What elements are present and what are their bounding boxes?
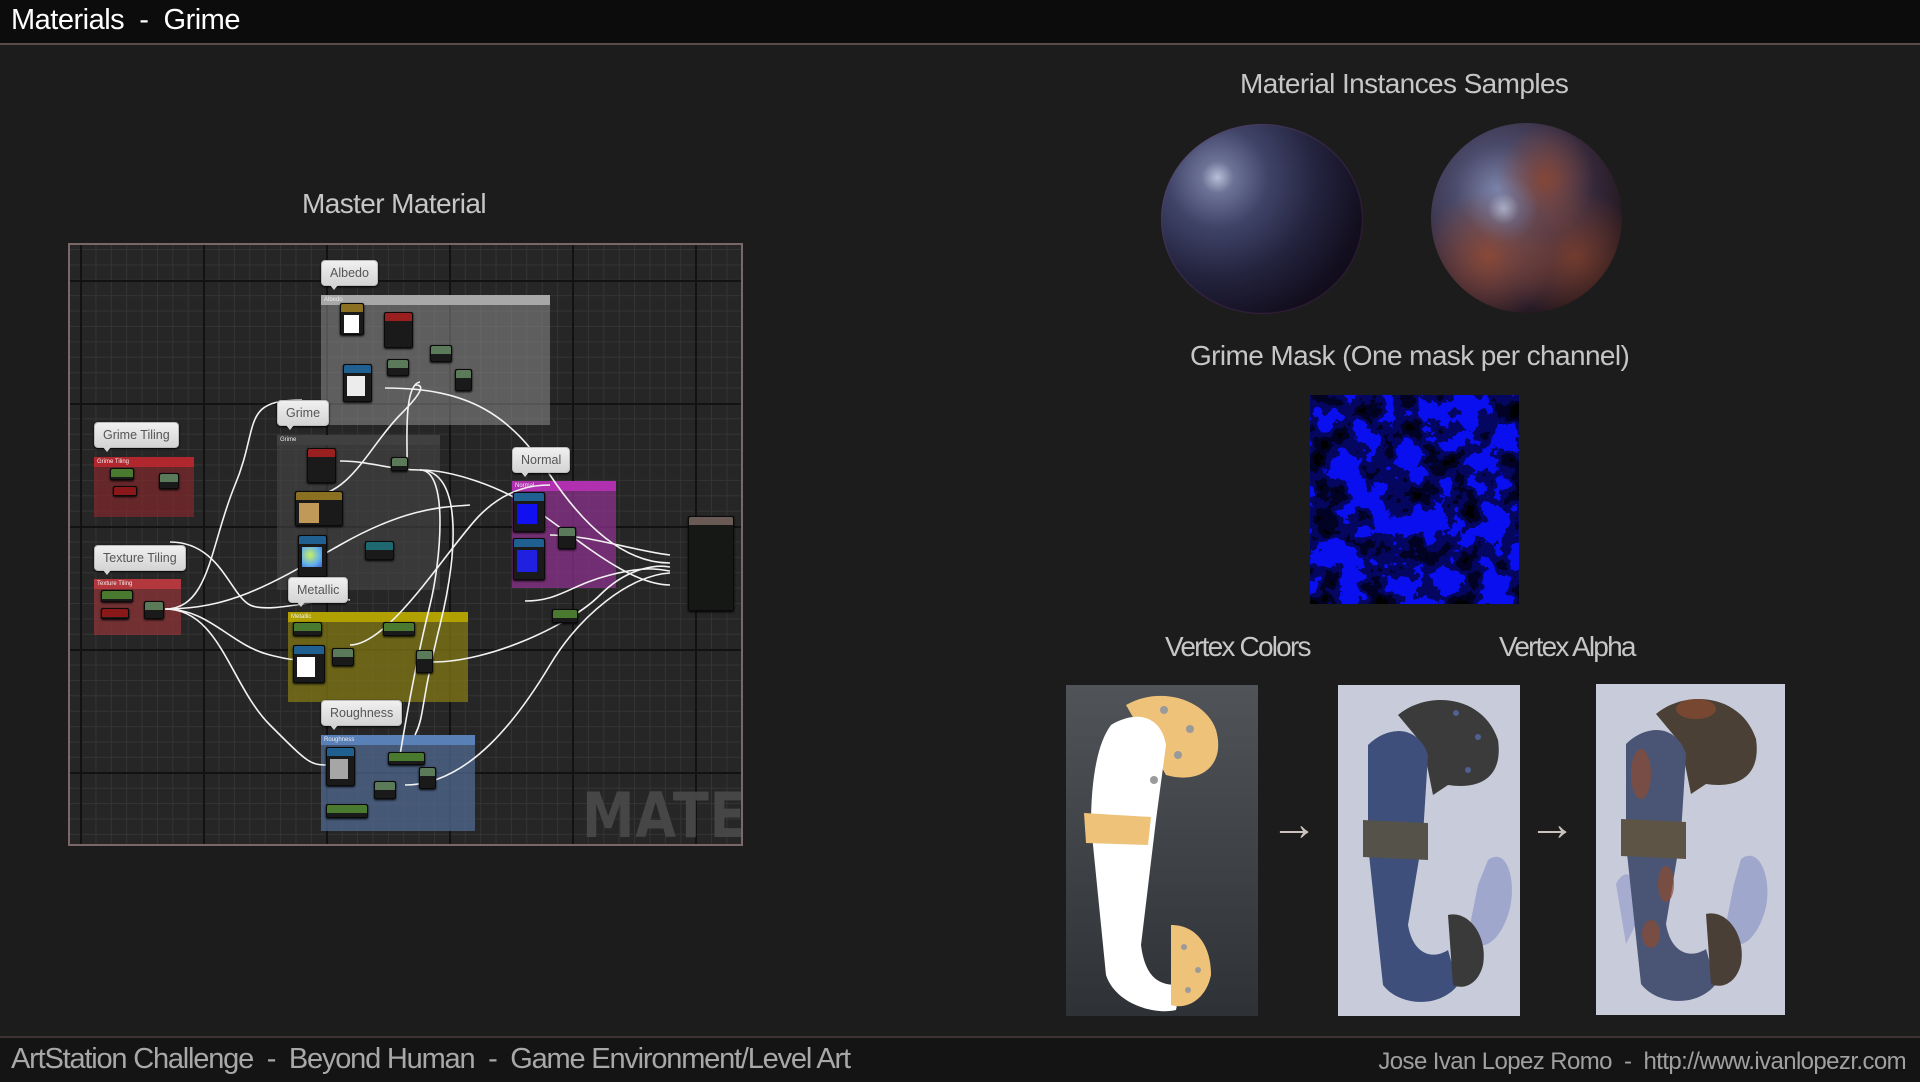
material-watermark: MATERIAL — [582, 779, 743, 846]
node-texture-tiling-multiply[interactable] — [144, 601, 164, 619]
footer-bar: ArtStation Challenge - Beyond Human - Ga… — [0, 1036, 1920, 1082]
node-normal-blend[interactable] — [558, 527, 576, 549]
node-albedo-multiply-2[interactable] — [430, 345, 452, 362]
grime-mask-pattern — [1310, 395, 1519, 604]
node-roughness-texture[interactable] — [326, 747, 355, 786]
node-albedo-multiply-1[interactable] — [387, 359, 409, 376]
node-metallic-grime-param[interactable] — [383, 622, 415, 636]
samples-title: Material Instances Samples — [1240, 68, 1569, 99]
vertex-alpha-title: Vertex Alpha — [1499, 631, 1636, 662]
node-grime-tiling-multiply[interactable] — [159, 473, 179, 489]
material-graph[interactable]: Albedo Grime Grime Tiling Texture Tiling… — [68, 243, 743, 846]
node-roughness-grime-param[interactable] — [388, 752, 425, 765]
node-normal-texture-2[interactable] — [513, 538, 545, 580]
node-metallic-texture[interactable] — [293, 645, 325, 683]
node-metallic-lerp[interactable] — [416, 650, 433, 673]
node-roughness-multiply[interactable] — [374, 781, 396, 799]
comment-normal[interactable]: Normal — [512, 447, 571, 477]
node-grime-tiling-coord[interactable] — [113, 486, 137, 496]
grime-mask-texture — [1310, 395, 1519, 604]
node-roughness-param[interactable] — [326, 804, 368, 818]
comment-texture-tiling[interactable]: Texture Tiling — [94, 545, 186, 575]
node-grime-multiply[interactable] — [391, 457, 408, 471]
node-albedo-tint[interactable] — [340, 303, 364, 335]
node-grime-vertex[interactable] — [307, 448, 336, 483]
comment-albedo[interactable]: Albedo — [321, 260, 378, 290]
wire — [164, 608, 303, 661]
node-grime-tint[interactable] — [295, 491, 343, 526]
header-bar: Materials - Grime — [0, 0, 1920, 45]
comment-metallic[interactable]: Metallic — [288, 577, 349, 607]
node-material-output[interactable] — [688, 516, 734, 611]
vertex-alpha-preview-grime — [1596, 684, 1785, 1015]
node-roughness-lerp[interactable] — [419, 767, 436, 789]
node-metallic-multiply[interactable] — [332, 648, 354, 666]
node-texture-tiling-coord[interactable] — [101, 608, 129, 619]
footer-author-link[interactable]: Jose Ivan Lopez Romo - http://www.ivanlo… — [1378, 1048, 1906, 1076]
wire — [524, 568, 671, 602]
material-instance-sphere-clean — [1161, 124, 1363, 314]
node-grime-mask[interactable] — [298, 535, 327, 577]
page-title: Materials - Grime — [11, 4, 240, 36]
arrow-right-icon: → — [1270, 798, 1318, 851]
pipe-clean-render — [1363, 700, 1512, 1002]
wire — [399, 469, 441, 756]
node-albedo-vertex[interactable] — [384, 312, 413, 348]
node-normal-strength[interactable] — [552, 609, 578, 623]
comment-grime[interactable]: Grime — [277, 400, 330, 430]
vertex-colors-title: Vertex Colors — [1165, 631, 1311, 662]
node-normal-texture-1[interactable] — [513, 492, 545, 532]
arrow-right-icon: → — [1528, 798, 1576, 851]
node-grime-switch[interactable] — [365, 541, 394, 560]
wire — [414, 469, 454, 736]
node-texture-tiling-param[interactable] — [101, 590, 133, 602]
vertex-alpha-preview-clean — [1338, 685, 1520, 1016]
master-material-title: Master Material — [302, 188, 487, 219]
node-albedo-lerp[interactable] — [455, 369, 472, 391]
grime-mask-title: Grime Mask (One mask per channel) — [1190, 340, 1630, 371]
pipe-grime-render — [1616, 699, 1768, 1001]
node-albedo-texture[interactable] — [343, 364, 372, 402]
vertex-colors-preview — [1066, 685, 1258, 1016]
comment-grime-tiling[interactable]: Grime Tiling — [94, 422, 179, 452]
wire — [339, 460, 671, 586]
footer-project-info: ArtStation Challenge - Beyond Human - Ga… — [11, 1043, 851, 1075]
comment-roughness[interactable]: Roughness — [321, 700, 403, 730]
node-metallic-param[interactable] — [293, 622, 322, 636]
node-grime-tiling-param-1[interactable] — [110, 468, 134, 480]
pipe-vertex-colors-render — [1084, 695, 1219, 1012]
material-instance-sphere-grime — [1431, 123, 1622, 313]
